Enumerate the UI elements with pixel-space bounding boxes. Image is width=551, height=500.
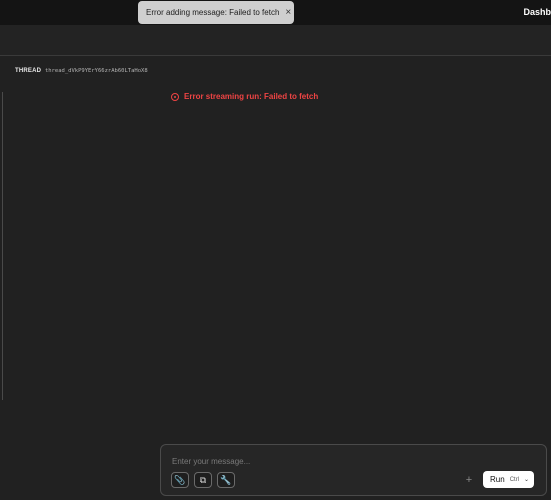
tools-button[interactable]: 🔧 bbox=[217, 472, 235, 488]
sidebar-divider bbox=[2, 92, 3, 400]
error-toast: Error adding message: Failed to fetch × bbox=[138, 1, 294, 24]
wrench-icon: 🔧 bbox=[220, 474, 232, 485]
sub-header bbox=[0, 25, 551, 56]
attach-button[interactable]: 📎 bbox=[171, 472, 189, 488]
error-message: Error streaming run: Failed to fetch bbox=[171, 92, 318, 101]
chevron-down-icon[interactable]: ⌄ bbox=[524, 476, 529, 483]
add-button[interactable]: + bbox=[461, 472, 477, 488]
toast-message: Error adding message: Failed to fetch bbox=[146, 8, 280, 17]
run-button[interactable]: Run Ctrl ⌄ bbox=[483, 471, 534, 488]
error-text: Error streaming run: Failed to fetch bbox=[184, 92, 319, 101]
message-composer: Enter your message... 📎 ⧉ 🔧 + Run Ctrl ⌄ bbox=[160, 444, 547, 496]
close-icon[interactable]: × bbox=[285, 7, 291, 18]
copy-icon: ⧉ bbox=[199, 474, 207, 485]
alert-circle-icon bbox=[171, 92, 179, 101]
paperclip-icon: 📎 bbox=[174, 474, 186, 485]
copy-button[interactable]: ⧉ bbox=[194, 472, 212, 488]
message-input[interactable]: Enter your message... bbox=[172, 457, 250, 466]
thread-id[interactable]: thread_dVkP9YErY66zrAb60LTaHoX8 bbox=[45, 68, 148, 74]
run-label: Run bbox=[490, 475, 505, 484]
shortcut-key: Ctrl bbox=[509, 476, 520, 483]
thread-label: THREAD bbox=[15, 68, 42, 74]
dashboard-link[interactable]: Dashb bbox=[523, 7, 551, 17]
